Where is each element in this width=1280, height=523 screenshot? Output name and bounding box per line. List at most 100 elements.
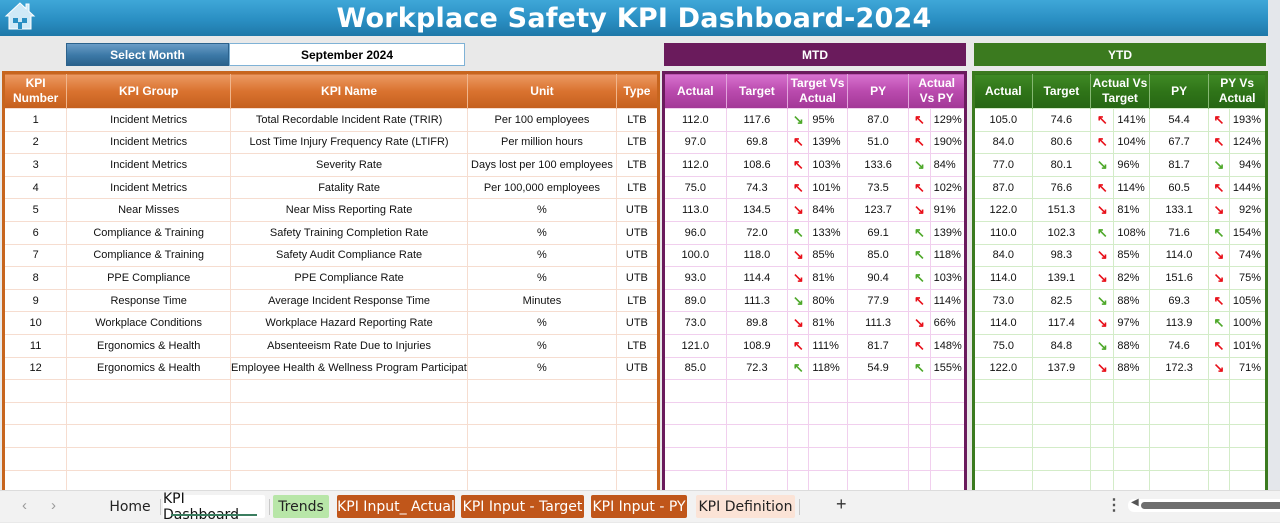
empty-cell [1148, 401, 1210, 426]
unit-cell: Per million hours [467, 130, 617, 155]
trend-arrow-up-icon: ↖ [787, 356, 810, 381]
trend-arrow-down-icon: ↘ [1090, 288, 1115, 313]
empty-cell [846, 424, 910, 448]
mtd-target-vs-actual-cell: 103% [808, 153, 848, 177]
trend-arrow-down-icon: ↘ [1090, 198, 1115, 222]
tab-kpi-definition[interactable]: KPI Definition [696, 495, 795, 518]
tab-kpi-input-py[interactable]: KPI Input - PY [591, 495, 687, 518]
kpi-number-cell: 9 [2, 288, 68, 313]
mtd-target-cell: 108.9 [725, 333, 789, 358]
type-cell: LTB [615, 108, 660, 132]
select-month-dropdown[interactable]: September 2024 [229, 43, 465, 66]
empty-cell [66, 424, 232, 448]
empty-row [2, 401, 660, 426]
more-options-icon[interactable]: ⋮ [1106, 495, 1122, 515]
mtd-actual-vs-py-cell: 155% [929, 356, 967, 381]
kpi-group-cell: Ergonomics & Health [66, 333, 232, 358]
ytd-py-cell: 113.9 [1148, 311, 1210, 335]
kpi-group-cell: Workplace Conditions [66, 311, 232, 335]
ytd-target-cell: 80.1 [1031, 153, 1092, 177]
ytd-py-cell: 60.5 [1148, 175, 1210, 200]
mtd-py-cell: 54.9 [846, 356, 910, 381]
kpi-row: 12 Ergonomics & Health Employee Health & W… [2, 356, 660, 381]
mtd-py-cell: 133.6 [846, 153, 910, 177]
empty-cell [66, 379, 232, 403]
mtd-actual-cell: 96.0 [663, 220, 727, 245]
tab-kpi-dashboard[interactable]: KPI Dashboard [163, 491, 265, 523]
mtd-actual-vs-py-cell: 114% [929, 288, 967, 313]
ytd-target-cell: 139.1 [1031, 266, 1092, 290]
trend-arrow-down-icon: ↘ [908, 153, 931, 177]
scrollbar-thumb[interactable] [1141, 502, 1280, 509]
trend-arrow-up-icon: ↖ [1208, 333, 1230, 358]
tab-trends[interactable]: Trends [273, 495, 329, 518]
trend-arrow-up-icon: ↖ [908, 333, 931, 358]
ytd-py-vs-actual-cell: 100% [1228, 311, 1268, 335]
mtd-actual-cell: 93.0 [663, 266, 727, 290]
mtd-actual-cell: 112.0 [663, 108, 727, 132]
tab-kpi-input-target[interactable]: KPI Input - Target [461, 495, 584, 518]
kpi-row: 3 Incident Metrics Severity Rate Days lost … [2, 153, 660, 177]
mtd-py-cell: 73.5 [846, 175, 910, 200]
unit-cell: Per 100 employees [467, 108, 617, 132]
dashboard-title: Workplace Safety KPI Dashboard-2024 [336, 2, 932, 34]
ytd-actual-vs-target-cell: 104% [1113, 130, 1150, 155]
mtd-target-cell: 134.5 [725, 198, 789, 222]
kpi-row: 4 Incident Metrics Fatality Rate Per 100,00… [2, 175, 660, 200]
empty-row [973, 424, 1268, 448]
kpi-name-cell: Safety Training Completion Rate [230, 220, 469, 245]
empty-cell [808, 424, 848, 448]
mtd-py-cell: 90.4 [846, 266, 910, 290]
empty-cell [725, 379, 789, 403]
kpi-group-cell: Incident Metrics [66, 130, 232, 155]
trend-arrow-up-icon: ↖ [1208, 108, 1230, 132]
prev-sheet-button[interactable]: ‹ [22, 497, 27, 514]
mtd-row: 112.0 117.6 ↘ 95% 87.0 ↖ 129% [663, 108, 967, 132]
empty-cell [725, 424, 789, 448]
ytd-actual-cell: 110.0 [973, 220, 1033, 245]
tab-home[interactable]: Home [104, 495, 156, 518]
kpi-name-cell: Near Miss Reporting Rate [230, 198, 469, 222]
add-sheet-button[interactable]: + [836, 494, 847, 515]
trend-arrow-down-icon: ↘ [787, 311, 810, 335]
mtd-target-vs-actual-cell: 111% [808, 333, 848, 358]
ytd-actual-vs-target-cell: 114% [1113, 175, 1150, 200]
ytd-actual-cell: 114.0 [973, 311, 1033, 335]
ytd-py-vs-actual-cell: 193% [1228, 108, 1268, 132]
mtd-py-cell: 51.0 [846, 130, 910, 155]
tab-separator [269, 499, 270, 515]
ytd-row: 75.0 84.8 ↘ 88% 74.6 ↖ 101% [973, 333, 1268, 358]
kpi-name-cell: Total Recordable Incident Rate (TRIR) [230, 108, 469, 132]
ytd-actual-cell: 84.0 [973, 130, 1033, 155]
trend-arrow-up-icon: ↖ [1208, 130, 1230, 155]
scroll-left-icon[interactable]: ◀ [1131, 497, 1139, 508]
trend-arrow-up-icon: ↖ [787, 175, 810, 200]
trend-arrow-up-icon: ↖ [1208, 311, 1230, 335]
trend-arrow-up-icon: ↖ [1208, 288, 1230, 313]
mtd-actual-cell: 97.0 [663, 130, 727, 155]
col-kpi-group: KPI Group [66, 72, 232, 109]
ytd-target-cell: 80.6 [1031, 130, 1092, 155]
ytd-py-cell: 67.7 [1148, 130, 1210, 155]
kpi-info-header-row: KPI Number KPI Group KPI Name Unit Type [3, 72, 660, 109]
kpi-number-cell: 5 [2, 198, 68, 222]
mtd-row: 75.0 74.3 ↖ 101% 73.5 ↖ 102% [663, 175, 967, 200]
mtd-py-cell: 81.7 [846, 333, 910, 358]
home-icon[interactable] [4, 1, 36, 31]
tab-kpi-input-actual[interactable]: KPI Input_ Actual [337, 495, 455, 518]
type-cell: LTB [615, 130, 660, 155]
mtd-target-vs-actual-cell: 80% [808, 288, 848, 313]
mtd-target-cell: 114.4 [725, 266, 789, 290]
horizontal-scrollbar[interactable]: ◀ [1128, 497, 1280, 512]
trend-arrow-up-icon: ↖ [908, 243, 931, 268]
next-sheet-button[interactable]: › [51, 497, 56, 514]
ytd-actual-vs-target-cell: 85% [1113, 243, 1150, 268]
kpi-number-cell: 3 [2, 153, 68, 177]
kpi-info-table: KPI Number KPI Group KPI Name Unit Type … [2, 71, 660, 495]
mtd-target-cell: 74.3 [725, 175, 789, 200]
kpi-row: 5 Near Misses Near Miss Reporting Rate% UTB [2, 198, 660, 222]
trend-arrow-down-icon: ↘ [787, 266, 810, 290]
mtd-actual-cell: 112.0 [663, 153, 727, 177]
empty-cell [1090, 379, 1115, 403]
mtd-actual-vs-py-cell: 84% [929, 153, 967, 177]
